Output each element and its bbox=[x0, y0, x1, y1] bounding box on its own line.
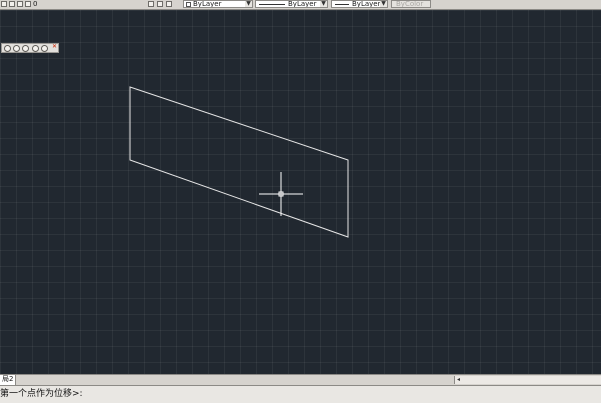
model-space-geometry bbox=[129, 86, 349, 238]
orbit-icon[interactable] bbox=[22, 45, 29, 52]
chevron-down-icon[interactable]: ▼ bbox=[320, 1, 327, 7]
layer-manager-icon[interactable] bbox=[166, 1, 172, 7]
color-value: ByLayer bbox=[193, 0, 222, 8]
drawing-canvas[interactable]: ✕ bbox=[0, 10, 601, 374]
navigate-icon[interactable] bbox=[32, 45, 39, 52]
lineweight-value: ByLayer bbox=[352, 0, 381, 8]
layer-color-icon[interactable] bbox=[25, 1, 31, 7]
properties-toolbar: 0 ByLayer ▼ ByLayer ▼ ByLayer ▼ ByColor bbox=[0, 0, 601, 10]
scroll-left-arrow-icon[interactable]: ◂ bbox=[457, 375, 460, 384]
parallelogram-shape[interactable] bbox=[129, 86, 349, 238]
plotstyle-value: ByColor bbox=[396, 0, 424, 8]
pan-icon[interactable] bbox=[13, 45, 20, 52]
chevron-down-icon[interactable]: ▼ bbox=[245, 1, 252, 7]
layer-lock-icon[interactable] bbox=[17, 1, 23, 7]
plotstyle-control-dropdown: ByColor bbox=[391, 0, 431, 8]
make-layer-current-icon[interactable] bbox=[148, 1, 154, 7]
navigation-toolbar: ✕ bbox=[1, 43, 59, 53]
wheel-icon[interactable] bbox=[41, 45, 48, 52]
horizontal-scrollbar[interactable]: ◂ bbox=[454, 376, 601, 384]
crosshair-cursor-icon bbox=[259, 172, 303, 216]
command-line[interactable]: 第一个点作为位移>: bbox=[0, 385, 601, 403]
layer-previous-icon[interactable] bbox=[157, 1, 163, 7]
close-icon[interactable]: ✕ bbox=[52, 43, 57, 51]
linetype-preview bbox=[259, 4, 285, 5]
tab-layout2[interactable]: 局2 bbox=[0, 375, 17, 385]
color-control-dropdown[interactable]: ByLayer ▼ bbox=[183, 0, 253, 8]
chevron-down-icon[interactable]: ▼ bbox=[380, 1, 387, 7]
command-prompt-text: 第一个点作为位移>: bbox=[0, 389, 83, 399]
zoom-icon[interactable] bbox=[4, 45, 11, 52]
color-swatch bbox=[186, 2, 191, 7]
linetype-control-dropdown[interactable]: ByLayer ▼ bbox=[255, 0, 328, 8]
lineweight-control-dropdown[interactable]: ByLayer ▼ bbox=[331, 0, 388, 8]
cad-application-window: 0 ByLayer ▼ ByLayer ▼ ByLayer ▼ ByColor bbox=[0, 0, 601, 403]
layer-freeze-icon[interactable] bbox=[9, 1, 15, 7]
layer-on-icon[interactable] bbox=[1, 1, 7, 7]
layout-tab-strip: 局2 ◂ bbox=[0, 374, 601, 385]
lineweight-preview bbox=[335, 4, 349, 5]
layer-name-value[interactable]: 0 bbox=[33, 0, 37, 8]
linetype-value: ByLayer bbox=[288, 0, 317, 8]
